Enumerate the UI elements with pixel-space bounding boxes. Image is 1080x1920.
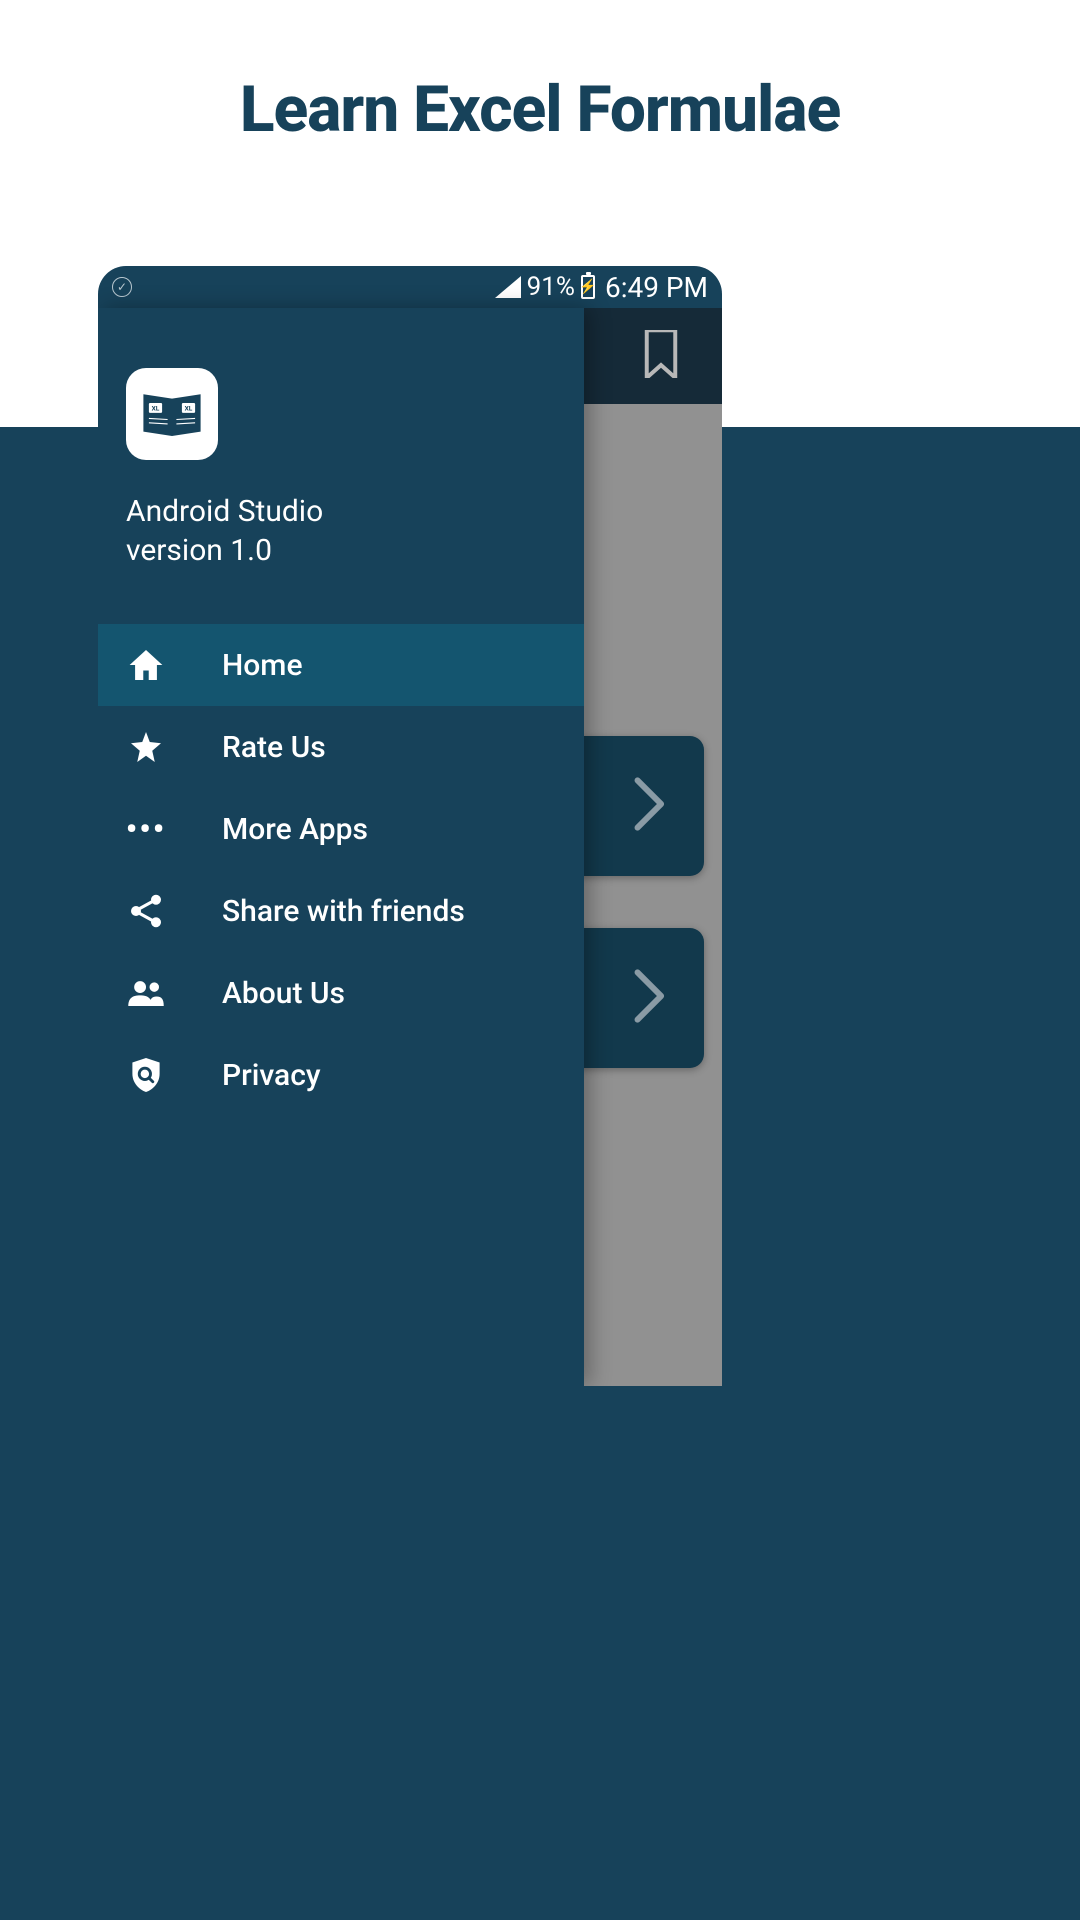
drawer-item-label: More Apps — [222, 812, 368, 847]
drawer-item-label: About Us — [222, 976, 345, 1011]
drawer-item-label: Privacy — [222, 1058, 321, 1093]
navigation-drawer: XL XL Android Studio version 1.0 — [98, 308, 584, 1386]
status-bar: ✓ 91% ⚡ 6:49 PM — [98, 266, 722, 308]
page-title: Learn Excel Formulae — [0, 0, 1080, 147]
battery-icon: ⚡ — [581, 275, 595, 299]
app-logo-icon: XL XL — [126, 368, 218, 460]
shield-icon — [128, 1058, 164, 1092]
drawer-item-share[interactable]: Share with friends — [98, 870, 584, 952]
signal-icon — [495, 276, 521, 298]
clock-time: 6:49 PM — [605, 271, 708, 304]
phone-frame: ✓ 91% ⚡ 6:49 PM — [98, 266, 722, 1386]
drawer-item-privacy[interactable]: Privacy — [98, 1034, 584, 1116]
drawer-item-home[interactable]: Home — [98, 624, 584, 706]
people-icon — [128, 980, 164, 1006]
home-icon — [128, 650, 164, 680]
phone-content: XL XL Android Studio version 1.0 — [98, 308, 722, 1386]
drawer-item-more-apps[interactable]: ••• More Apps — [98, 788, 584, 870]
drawer-item-label: Rate Us — [222, 730, 326, 765]
status-left: ✓ — [112, 277, 132, 297]
drawer-item-about[interactable]: About Us — [98, 952, 584, 1034]
chevron-right-icon — [634, 969, 668, 1027]
share-icon — [128, 894, 164, 928]
svg-text:XL: XL — [152, 405, 160, 413]
drawer-item-label: Share with friends — [222, 894, 465, 929]
battery-percent: 91% — [527, 272, 575, 302]
check-circle-icon: ✓ — [112, 277, 132, 297]
app-name-label: Android Studio version 1.0 — [126, 492, 556, 570]
svg-text:XL: XL — [185, 405, 193, 413]
drawer-menu: Home Rate Us ••• More Apps — [98, 624, 584, 1116]
star-icon — [128, 732, 164, 762]
drawer-item-label: Home — [222, 648, 303, 683]
bookmark-icon[interactable] — [642, 330, 680, 382]
status-right: 91% ⚡ 6:49 PM — [495, 271, 708, 304]
chevron-right-icon — [634, 777, 668, 835]
drawer-item-rate[interactable]: Rate Us — [98, 706, 584, 788]
drawer-header: XL XL Android Studio version 1.0 — [98, 308, 584, 612]
